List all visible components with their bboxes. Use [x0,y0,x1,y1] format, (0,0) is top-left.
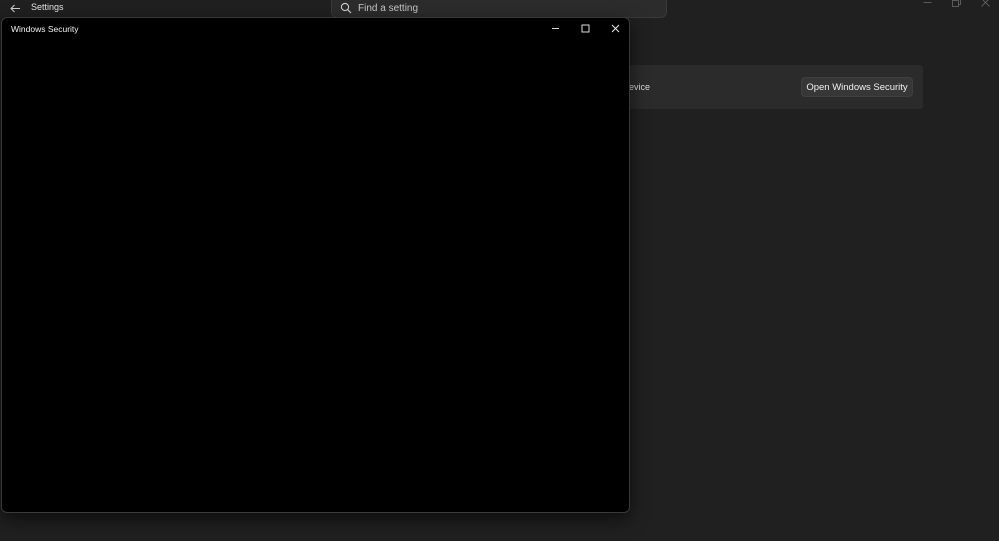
minimize-icon [551,27,559,29]
security-close-button[interactable] [604,21,626,35]
security-minimize-button[interactable] [544,21,566,35]
minimize-icon [923,1,931,3]
restore-icon [951,0,961,7]
settings-title: Settings [31,2,64,12]
maximize-icon [581,24,589,32]
settings-titlebar: Settings Find a setting [0,0,999,18]
close-icon [980,0,990,7]
search-icon [340,2,352,14]
back-arrow-icon [9,4,20,12]
windows-security-card: this device. Open Windows Security [600,65,923,109]
settings-minimize-button[interactable] [920,0,934,8]
settings-close-button[interactable] [978,0,992,8]
search-input[interactable]: Find a setting [358,3,658,14]
windows-security-title: Windows Security [11,24,79,34]
open-windows-security-button[interactable]: Open Windows Security [801,77,913,97]
security-maximize-button[interactable] [574,21,596,35]
settings-restore-button[interactable] [949,0,963,8]
back-button[interactable] [6,0,24,16]
close-icon [611,24,619,32]
search-box[interactable]: Find a setting [331,0,667,18]
windows-security-window: Windows Security [1,17,630,513]
